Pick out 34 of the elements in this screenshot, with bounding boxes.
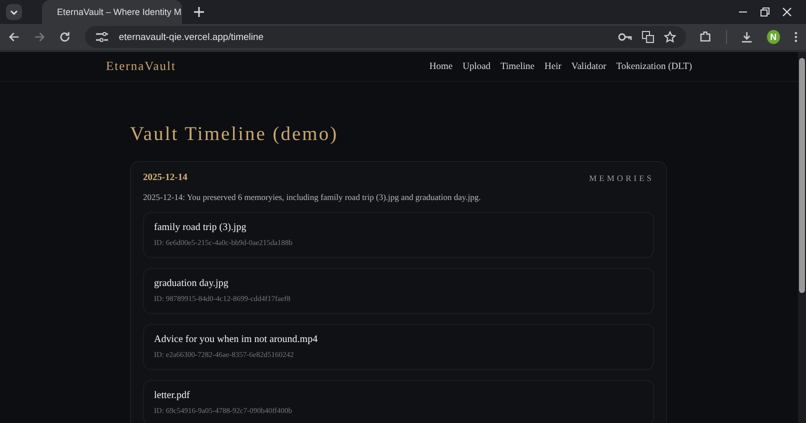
file-name: Advice for you when im not around.mp4 [154, 334, 319, 345]
nav-link[interactable]: Validator [571, 62, 606, 72]
download-icon[interactable] [740, 31, 753, 43]
close-icon[interactable] [782, 7, 792, 17]
translate-icon[interactable] [642, 31, 654, 43]
file-name: letter.pdf [154, 390, 191, 401]
url-text: eternavault-qie.vercel.app/timeline [118, 32, 264, 42]
back-icon[interactable] [8, 31, 20, 43]
page-title: Vault Timeline (demo) [130, 124, 340, 146]
site-settings-icon[interactable] [94, 31, 109, 43]
site-logo[interactable]: EternaVault [106, 59, 176, 74]
nav-link[interactable]: Tokenization (DLT) [616, 62, 692, 72]
nav-link[interactable]: Home [429, 62, 453, 72]
forward-icon[interactable] [34, 31, 46, 43]
category-label: MEMORIES [589, 173, 654, 183]
file-name: graduation day.jpg [154, 278, 230, 289]
menu-icon[interactable] [794, 31, 798, 43]
tab-title: EternaVault – Where Identity M [57, 7, 182, 17]
file-name: family road trip (3).jpg [154, 222, 248, 233]
entry-summary: 2025-12-14: You preserved 6 memoryies, including family road trip (3).jpg and graduation day.jpg. [143, 192, 482, 202]
star-icon[interactable] [664, 31, 676, 43]
key-icon[interactable] [618, 32, 632, 42]
nav-link[interactable]: Heir [544, 62, 562, 72]
reload-icon[interactable] [59, 31, 71, 43]
restore-icon[interactable] [760, 7, 770, 17]
tab-list-icon[interactable] [6, 4, 22, 20]
new-tab-icon[interactable] [194, 7, 204, 17]
browser-tab[interactable]: EternaVault – Where Identity M [42, 0, 182, 24]
address-bar[interactable]: eternavault-qie.vercel.app/timeline [84, 26, 686, 48]
nav-link[interactable]: Upload [462, 62, 491, 72]
scrollbar[interactable] [798, 52, 806, 423]
extensions-icon[interactable] [700, 31, 712, 43]
entry-date: 2025-12-14 [143, 173, 188, 183]
nav-link[interactable]: Timeline [500, 62, 535, 72]
